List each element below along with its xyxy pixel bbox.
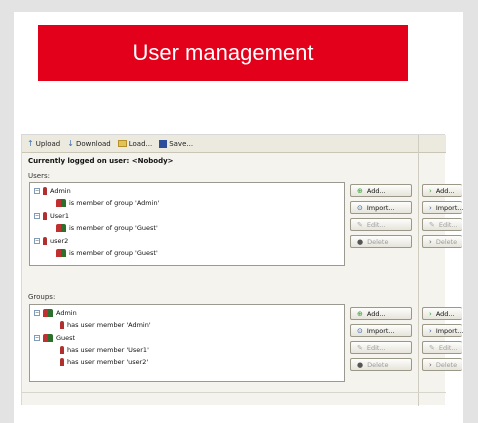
collapse-icon[interactable]: − (34, 238, 40, 244)
delete-icon: › (429, 237, 432, 246)
tree-node-member[interactable]: has user member 'User1' (60, 346, 149, 354)
tree-node-membership[interactable]: is member of group 'Admin' (56, 199, 159, 207)
arrow-down-icon: ↓ (67, 139, 74, 148)
tree-node-membership[interactable]: is member of group 'Guest' (56, 249, 158, 257)
user-icon (43, 212, 47, 220)
delete-icon: ● (357, 360, 364, 369)
panel-divider (418, 135, 419, 406)
collapse-icon[interactable]: − (34, 310, 40, 316)
floppy-disk-icon (159, 139, 168, 148)
plus-icon: › (429, 186, 432, 195)
collapse-icon[interactable]: − (34, 213, 40, 219)
tree-node-group-guest[interactable]: − Guest (34, 334, 75, 342)
delete-icon: › (429, 360, 432, 369)
download-button[interactable]: ↓ Download (67, 139, 111, 148)
groups-delete-button-duplicate[interactable]: › Delete (422, 358, 462, 371)
user-icon (43, 237, 47, 245)
plus-icon: ⊕ (357, 309, 363, 318)
tree-node-member[interactable]: has user member 'Admin' (60, 321, 151, 329)
delete-icon: ● (357, 237, 364, 246)
group-icon (43, 309, 53, 317)
user-icon (43, 187, 47, 195)
users-edit-button-duplicate[interactable]: ✎ Edit... (422, 218, 462, 231)
user-icon (60, 358, 64, 366)
page-title: User management (132, 40, 314, 65)
collapse-icon[interactable]: − (34, 188, 40, 194)
groups-import-button[interactable]: ⊙ Import... (350, 324, 412, 337)
folder-icon (117, 140, 127, 147)
users-import-button[interactable]: ⊙ Import... (350, 201, 412, 214)
user-icon (60, 321, 64, 329)
collapse-icon[interactable]: − (34, 335, 40, 341)
tree-node-group-admin[interactable]: − Admin (34, 309, 77, 317)
import-icon: › (429, 326, 432, 335)
tree-node-user-user1[interactable]: − User1 (34, 212, 69, 220)
group-icon (43, 334, 53, 342)
upload-button[interactable]: ↑ Upload (27, 139, 60, 148)
import-icon: ⊙ (357, 326, 363, 335)
arrow-up-icon: ↑ (27, 139, 34, 148)
users-import-button-duplicate[interactable]: › Import... (422, 201, 464, 214)
tree-node-membership[interactable]: is member of group 'Guest' (56, 224, 158, 232)
users-delete-button[interactable]: ● Delete (350, 235, 412, 248)
page-title-banner: User management (38, 25, 408, 81)
toolbar: ↑ Upload ↓ Download Load... Save... (22, 135, 446, 153)
users-delete-button-duplicate[interactable]: › Delete (422, 235, 462, 248)
plus-icon: ⊕ (357, 186, 363, 195)
load-button[interactable]: Load... (117, 140, 152, 148)
user-management-window: ↑ Upload ↓ Download Load... Save... Curren… (21, 134, 464, 406)
groups-section-label: Groups: (28, 293, 56, 301)
edit-icon: ✎ (357, 220, 363, 229)
import-icon: ⊙ (357, 203, 363, 212)
import-icon: › (429, 203, 432, 212)
tree-node-user-admin[interactable]: − Admin (34, 187, 71, 195)
users-add-button-duplicate[interactable]: › Add... (422, 184, 462, 197)
user-icon (60, 346, 64, 354)
users-tree[interactable]: − Admin is member of group 'Admin' − Use… (29, 182, 345, 266)
groups-delete-button[interactable]: ● Delete (350, 358, 412, 371)
users-edit-button[interactable]: ✎ Edit... (350, 218, 412, 231)
groups-tree[interactable]: − Admin has user member 'Admin' − Guest … (29, 304, 345, 382)
group-icon (56, 224, 66, 232)
users-add-button[interactable]: ⊕ Add... (350, 184, 412, 197)
group-icon (56, 249, 66, 257)
edit-icon: ✎ (357, 343, 363, 352)
users-section-label: Users: (28, 172, 50, 180)
save-button[interactable]: Save... (159, 139, 193, 148)
groups-add-button-duplicate[interactable]: › Add... (422, 307, 462, 320)
groups-edit-button[interactable]: ✎ Edit... (350, 341, 412, 354)
edit-icon: ✎ (429, 343, 435, 352)
groups-edit-button-duplicate[interactable]: ✎ Edit... (422, 341, 462, 354)
tree-node-user-user2[interactable]: − user2 (34, 237, 68, 245)
groups-import-button-duplicate[interactable]: › Import... (422, 324, 464, 337)
plus-icon: › (429, 309, 432, 318)
groups-add-button[interactable]: ⊕ Add... (350, 307, 412, 320)
group-icon (56, 199, 66, 207)
tree-node-member[interactable]: has user member 'user2' (60, 358, 148, 366)
divider (22, 392, 446, 393)
logged-on-user: Currently logged on user: <Nobody> (28, 157, 174, 165)
edit-icon: ✎ (429, 220, 435, 229)
